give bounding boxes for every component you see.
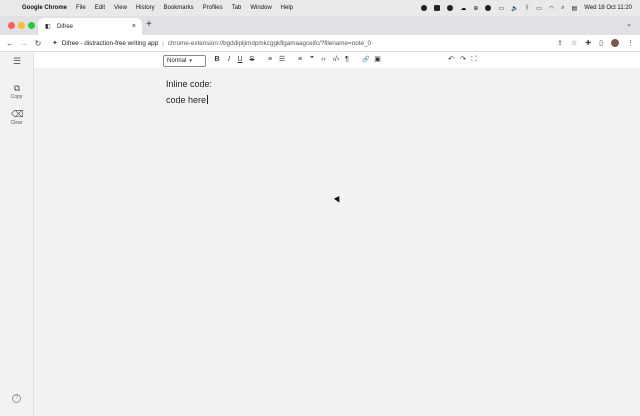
image-button[interactable]: ▣ xyxy=(373,55,382,65)
menu-history[interactable]: History xyxy=(136,5,155,11)
align-button[interactable]: ≡ xyxy=(296,55,304,65)
clear-label[interactable]: Clear xyxy=(0,120,33,126)
star-icon[interactable]: ☆ xyxy=(571,39,577,47)
menu-icon[interactable]: ☰ xyxy=(11,56,23,67)
help-icon[interactable]: ? xyxy=(12,394,21,403)
copy-icon[interactable]: ⧉ xyxy=(11,83,23,94)
chevron-down-icon: ▾ xyxy=(189,58,192,64)
editor-line-2-text[interactable]: code here xyxy=(166,95,206,105)
app-sidebar: ☰ ⧉ Copy ⌫ Clear xyxy=(0,52,34,416)
difree-favicon-icon: ◧ xyxy=(45,23,51,30)
strikethrough-button[interactable]: S xyxy=(248,55,256,65)
editor-line-1[interactable]: Inline code: xyxy=(166,79,212,89)
zoom-window-button[interactable] xyxy=(28,22,35,29)
grammarly-icon[interactable] xyxy=(485,5,492,11)
back-icon[interactable]: ← xyxy=(6,39,14,48)
code-inline-button[interactable]: ‹› xyxy=(319,55,328,65)
bullet-list-button[interactable]: ☰ xyxy=(278,55,286,65)
record-icon[interactable] xyxy=(421,5,428,11)
menu-window[interactable]: Window xyxy=(250,5,271,11)
close-window-button[interactable] xyxy=(8,22,15,29)
editor-line-2[interactable]: code here xyxy=(166,95,208,105)
italic-button[interactable]: I xyxy=(225,55,233,65)
sidebar-icon[interactable]: ▯ xyxy=(599,39,603,47)
quote-button[interactable]: ❞ xyxy=(308,55,316,65)
toolbar-actions: ⇪ ☆ ✚ ▯ ⋮ xyxy=(557,35,634,51)
battery-icon[interactable]: ▭ xyxy=(536,5,542,12)
screen-icon[interactable]: ▭ xyxy=(498,5,504,12)
menu-tab[interactable]: Tab xyxy=(232,5,242,11)
redo-button[interactable]: ↷ xyxy=(459,55,467,65)
direction-button[interactable]: ¶ xyxy=(343,55,351,65)
address-bar[interactable]: ✦ Difree - distraction-free writing app … xyxy=(52,37,371,50)
site-name: Difree - distraction-free writing app xyxy=(61,39,159,47)
reload-icon[interactable]: ↻ xyxy=(34,39,42,48)
new-tab-button[interactable]: + xyxy=(146,19,152,30)
menu-bookmarks[interactable]: Bookmarks xyxy=(164,5,194,11)
tab-title: Difree xyxy=(57,23,74,30)
menu-help[interactable]: Help xyxy=(281,5,293,11)
play-icon[interactable]: ⊕ xyxy=(473,5,478,12)
bold-button[interactable]: B xyxy=(213,55,221,65)
tab-search-icon[interactable]: ⌄ xyxy=(626,20,632,28)
status-area: ☁ ⊕ ▭ 🔈 ᛒ ▭ ◠ ⌕ ▤ Wed 18 Oct 11:20 xyxy=(421,0,632,16)
macos-menu-bar: Google Chrome File Edit View History Boo… xyxy=(0,0,640,16)
undo-button[interactable]: ↶ xyxy=(447,55,455,65)
puzzle-icon[interactable]: ✚ xyxy=(585,39,591,47)
fullscreen-button[interactable]: ⛶ xyxy=(470,55,478,65)
browser-toolbar: ← → ↻ ✦ Difree - distraction-free writin… xyxy=(0,35,640,52)
bluetooth-icon[interactable]: ᛒ xyxy=(526,5,530,11)
extension-icon: ✦ xyxy=(52,40,58,47)
mouse-pointer-icon xyxy=(333,195,343,205)
volume-icon[interactable]: 🔈 xyxy=(511,5,518,12)
minimize-window-button[interactable] xyxy=(18,22,25,29)
menu-file[interactable]: File xyxy=(76,5,86,11)
format-select[interactable]: Normal ▾ xyxy=(163,55,206,67)
copy-label[interactable]: Copy xyxy=(0,94,33,100)
code-block-button[interactable]: ‹/› xyxy=(331,55,341,65)
menu-view[interactable]: View xyxy=(114,5,127,11)
tab-close-icon[interactable]: × xyxy=(132,23,136,30)
menu-app-name[interactable]: Google Chrome xyxy=(22,5,67,11)
url-text: chrome-extension://bgddipljimdpmkcggkflg… xyxy=(167,39,371,47)
browser-tab[interactable]: ◧ Difree × xyxy=(38,18,142,35)
menu-profiles[interactable]: Profiles xyxy=(203,5,223,11)
control-center-icon[interactable]: ▤ xyxy=(572,5,578,12)
cloud-icon[interactable]: ☁ xyxy=(460,5,466,12)
kebab-icon[interactable]: ⋮ xyxy=(627,39,634,47)
format-select-value: Normal xyxy=(167,58,187,64)
clear-icon[interactable]: ⌫ xyxy=(11,109,24,120)
avatar[interactable] xyxy=(611,39,619,47)
address-separator: | xyxy=(162,39,164,47)
share-icon[interactable]: ⇪ xyxy=(557,39,563,47)
gear-icon[interactable] xyxy=(447,5,454,11)
menu-edit[interactable]: Edit xyxy=(95,5,105,11)
wifi-icon[interactable]: ◠ xyxy=(549,5,554,12)
text-caret xyxy=(206,95,208,104)
search-icon[interactable]: ⌕ xyxy=(561,5,564,12)
clock[interactable]: Wed 18 Oct 11:20 xyxy=(584,5,632,11)
status-app-icon[interactable] xyxy=(434,5,441,11)
forward-icon[interactable]: → xyxy=(20,39,28,48)
underline-button[interactable]: U xyxy=(236,55,244,65)
ordered-list-button[interactable]: ≡ xyxy=(266,55,274,65)
link-button[interactable]: 🔗 xyxy=(361,55,371,65)
